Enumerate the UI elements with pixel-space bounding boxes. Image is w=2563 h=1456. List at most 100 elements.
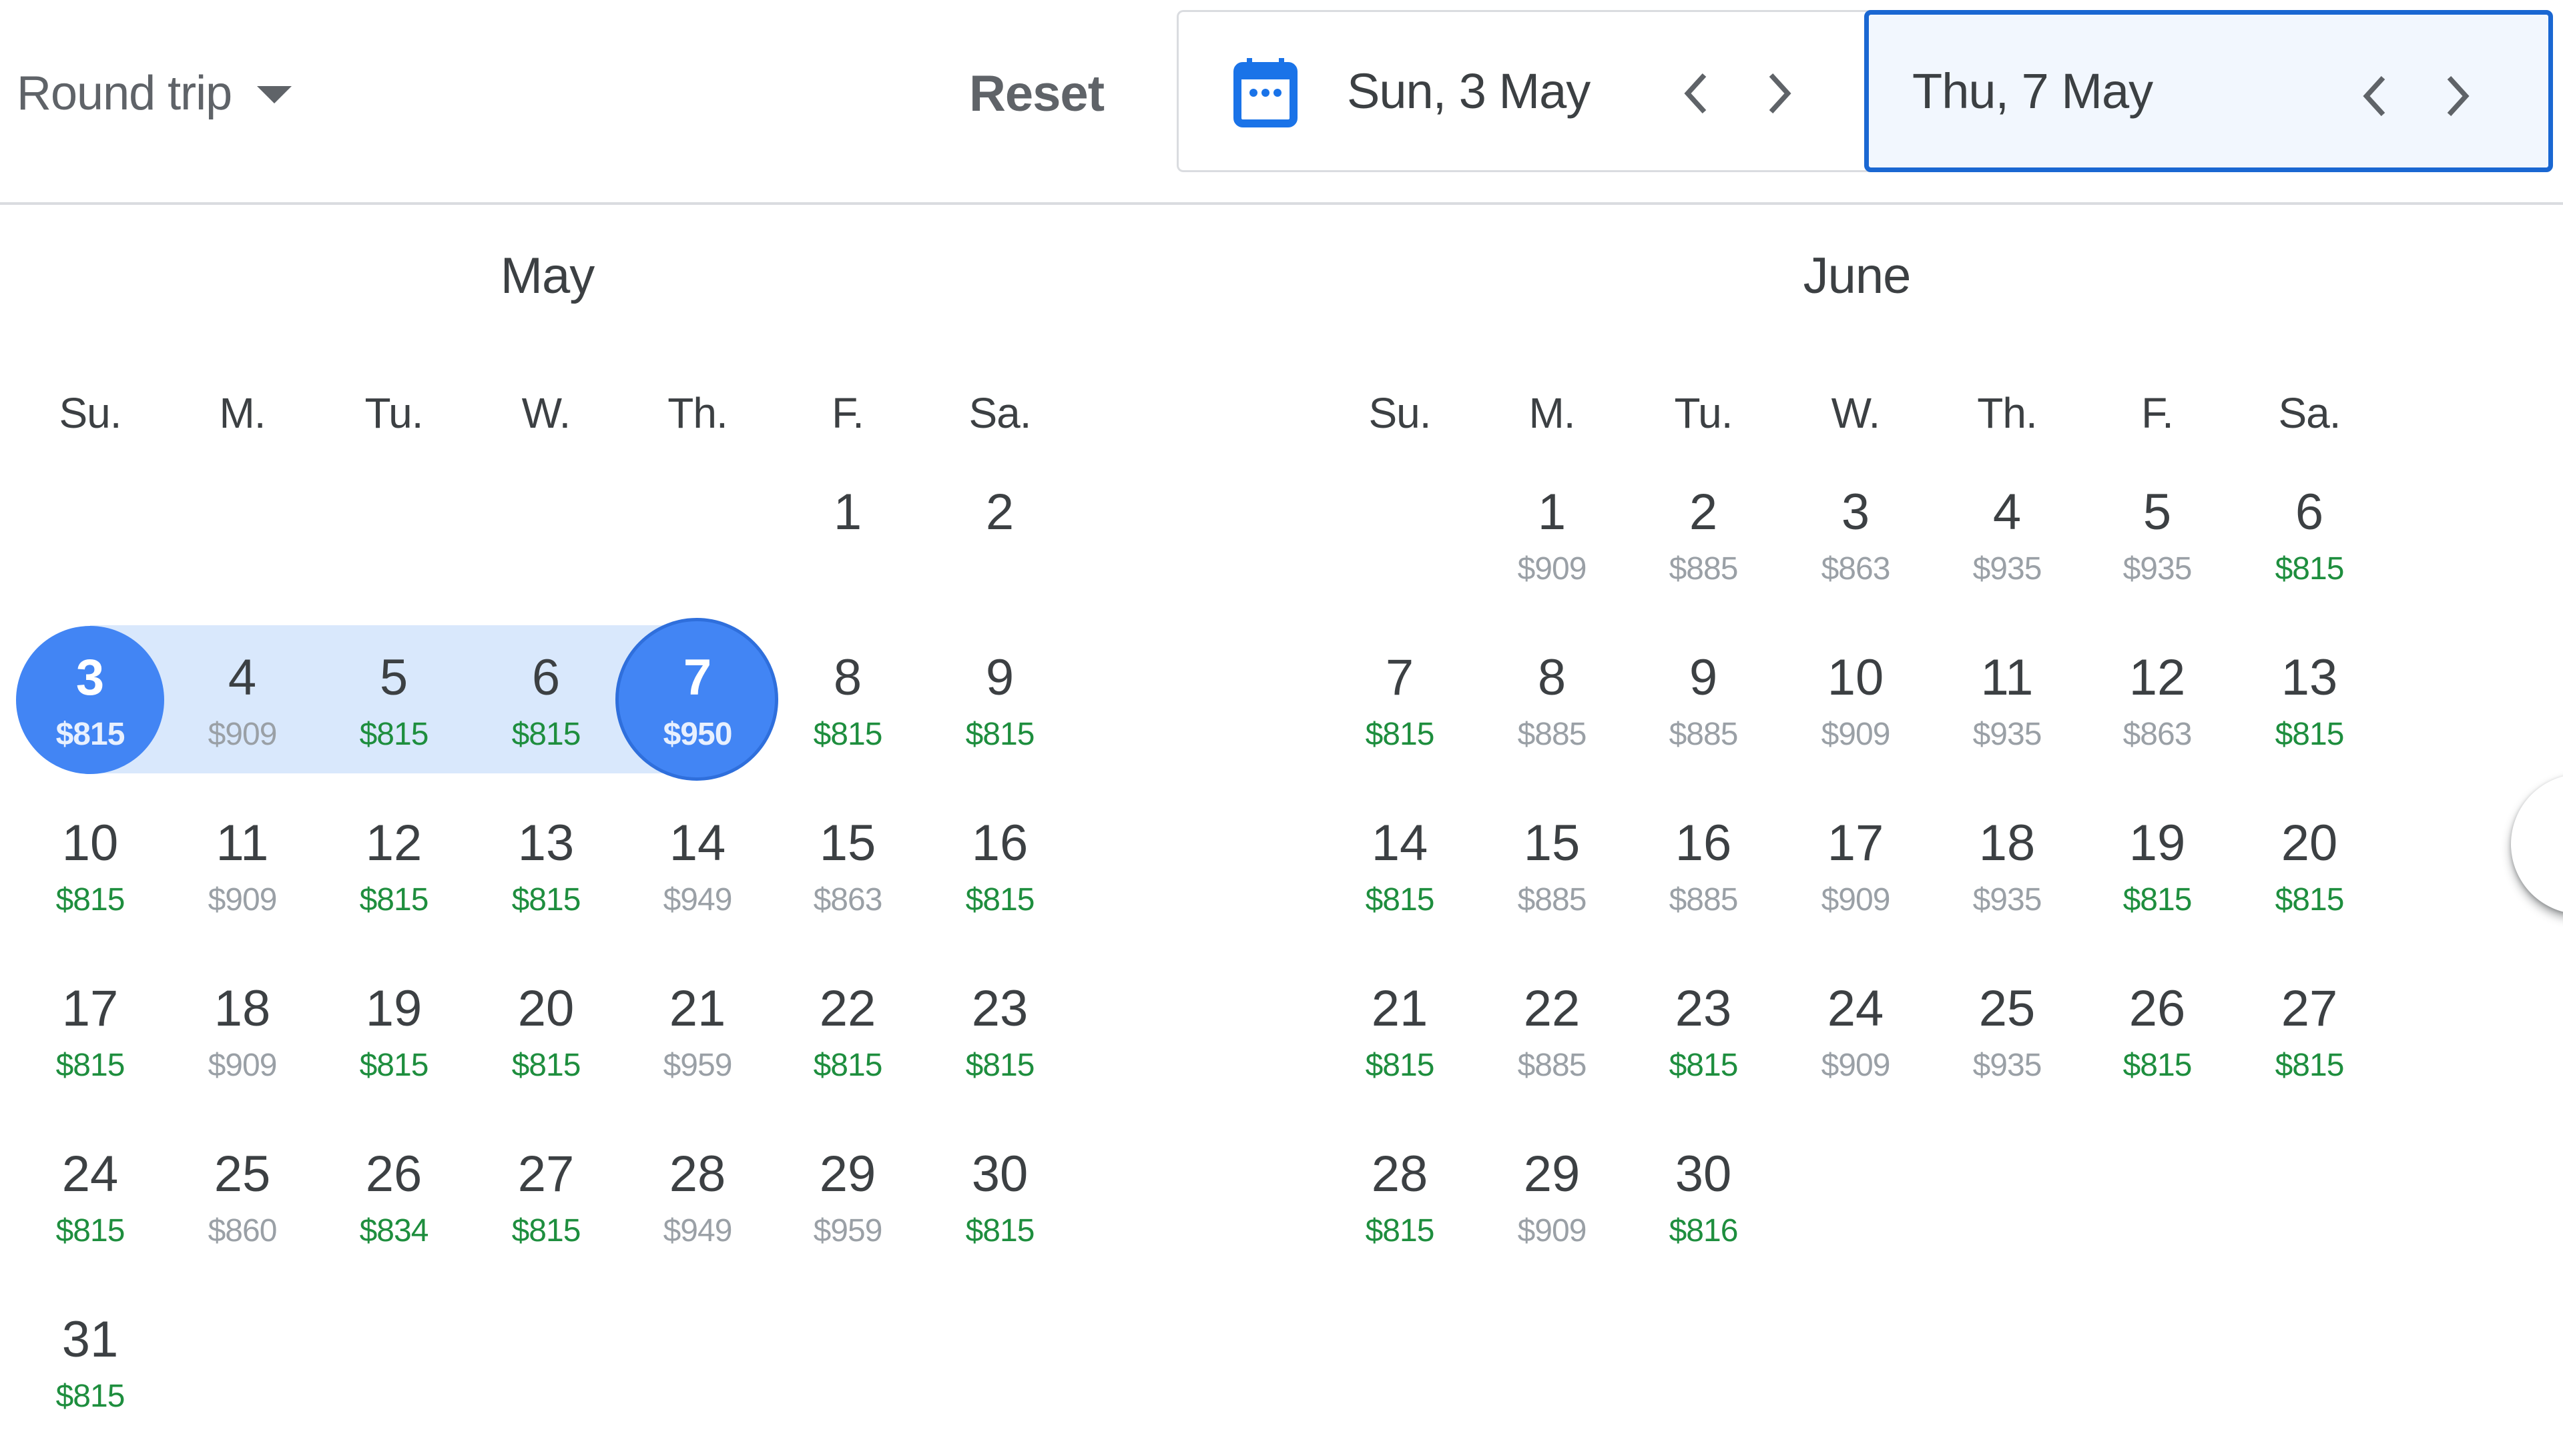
calendar-day[interactable]: 16 $815 xyxy=(924,785,1075,945)
calendar-day[interactable]: 10 $815 xyxy=(15,785,166,945)
chevron-left-icon xyxy=(1684,73,1707,114)
calendar-day[interactable]: 21 $959 xyxy=(622,950,773,1110)
calendar-day[interactable]: 13 $815 xyxy=(471,785,621,945)
day-price: $935 xyxy=(1972,1048,2042,1083)
calendar-day[interactable]: 25 $935 xyxy=(1932,950,2082,1110)
calendar-day[interactable]: 23 $815 xyxy=(1628,950,1779,1110)
calendar-day[interactable]: 20 $815 xyxy=(471,950,621,1110)
calendar-day[interactable]: 5 $815 xyxy=(318,619,469,779)
calendar-day[interactable]: 15 $885 xyxy=(1476,785,1627,945)
calendar-day[interactable]: 17 $909 xyxy=(1780,785,1931,945)
calendar-day[interactable]: 9 $815 xyxy=(924,619,1075,779)
trip-type-dropdown[interactable]: Round trip xyxy=(17,63,292,123)
day-number: 1 xyxy=(1537,484,1567,540)
calendar-day[interactable]: 17 $815 xyxy=(15,950,166,1110)
departure-prev-day-button[interactable] xyxy=(1669,60,1723,127)
calendar-day[interactable]: 22 $885 xyxy=(1476,950,1627,1110)
day-price: $909 xyxy=(208,882,278,918)
calendar-day[interactable]: 8 $815 xyxy=(772,619,923,779)
day-number: 12 xyxy=(2128,649,2186,706)
calendar-day[interactable]: 15 $863 xyxy=(772,785,923,945)
day-price: $815 xyxy=(1669,1048,1739,1083)
calendar-day[interactable]: 14 $815 xyxy=(1324,785,1475,945)
day-number: 17 xyxy=(61,980,119,1037)
calendar-day[interactable]: 28 $949 xyxy=(622,1116,773,1276)
calendar-day[interactable]: 27 $815 xyxy=(2234,950,2385,1110)
weekday-header: Th. xyxy=(667,389,728,437)
return-date-field[interactable]: Thu, 7 May xyxy=(1864,10,2553,172)
calendar-day[interactable]: 6 $815 xyxy=(2234,454,2385,614)
calendar-day[interactable]: 4 $909 xyxy=(167,619,318,779)
weekday-header: F. xyxy=(832,389,864,437)
selected-departure-day[interactable]: 3 $815 xyxy=(15,619,166,779)
calendar-day[interactable]: 20 $815 xyxy=(2234,785,2385,945)
calendar-day[interactable]: 24 $909 xyxy=(1780,950,1931,1110)
calendar-day[interactable]: 1 $909 xyxy=(1476,454,1627,614)
day-number: 3 xyxy=(1841,484,1870,540)
calendar-day[interactable]: 3 $863 xyxy=(1780,454,1931,614)
calendar-day[interactable]: 4 $935 xyxy=(1932,454,2082,614)
calendar-day[interactable]: 7 $815 xyxy=(1324,619,1475,779)
calendar-day[interactable]: 2 $885 xyxy=(1628,454,1779,614)
calendar-day[interactable]: 19 $815 xyxy=(318,950,469,1110)
day-price: $909 xyxy=(1517,551,1587,587)
calendar-day[interactable]: 29 $959 xyxy=(772,1116,923,1276)
calendar-day[interactable]: 18 $935 xyxy=(1932,785,2082,945)
return-prev-day-button[interactable] xyxy=(2348,63,2401,129)
calendar-day[interactable]: 11 $935 xyxy=(1932,619,2082,779)
calendar-day[interactable]: 30 $816 xyxy=(1628,1116,1779,1276)
calendar-day[interactable]: 12 $863 xyxy=(2082,619,2233,779)
calendar-day[interactable]: 22 $815 xyxy=(772,950,923,1110)
selected-return-day[interactable]: 7 $950 xyxy=(615,618,778,781)
calendar-day[interactable]: 6 $815 xyxy=(471,619,621,779)
reset-button[interactable]: Reset xyxy=(966,60,1107,127)
calendar-day[interactable]: 23 $815 xyxy=(924,950,1075,1110)
return-next-day-button[interactable] xyxy=(2431,63,2484,129)
day-number: 7 xyxy=(1385,649,1414,706)
calendar-day[interactable]: 31 $815 xyxy=(15,1281,166,1441)
calendar-day[interactable]: 26 $834 xyxy=(318,1116,469,1276)
calendar-day[interactable]: 28 $815 xyxy=(1324,1116,1475,1276)
next-month-button[interactable] xyxy=(2511,774,2563,914)
calendar-day[interactable]: 12 $815 xyxy=(318,785,469,945)
day-number: 4 xyxy=(228,649,257,706)
calendar-day[interactable]: 25 $860 xyxy=(167,1116,318,1276)
calendar-day[interactable]: 21 $815 xyxy=(1324,950,1475,1110)
calendar-day[interactable]: 8 $885 xyxy=(1476,619,1627,779)
day-price: $815 xyxy=(2122,1048,2193,1083)
chevron-right-icon xyxy=(2447,75,2470,117)
month-title: May xyxy=(500,248,595,304)
day-number: 10 xyxy=(61,815,119,871)
calendar-day[interactable]: 16 $885 xyxy=(1628,785,1779,945)
calendar-day[interactable]: 9 $885 xyxy=(1628,619,1779,779)
weekday-header: Tu. xyxy=(364,389,423,437)
departure-next-day-button[interactable] xyxy=(1753,60,1806,127)
calendar-day[interactable]: 11 $909 xyxy=(167,785,318,945)
return-date-value: Thu, 7 May xyxy=(1912,63,2153,119)
calendar-day[interactable]: 18 $909 xyxy=(167,950,318,1110)
day-price: $815 xyxy=(965,882,1035,918)
trip-type-label: Round trip xyxy=(17,67,232,120)
calendar-day[interactable]: 27 $815 xyxy=(471,1116,621,1276)
departure-date-field[interactable]: Sun, 3 May xyxy=(1177,10,1871,172)
day-price: $885 xyxy=(1517,717,1587,752)
calendar-day[interactable]: 26 $815 xyxy=(2082,950,2233,1110)
calendar-day[interactable]: 24 $815 xyxy=(15,1116,166,1276)
day-price: $815 xyxy=(511,882,581,918)
day-number: 9 xyxy=(1689,649,1718,706)
chevron-left-icon xyxy=(2363,75,2385,117)
calendar-day[interactable]: 10 $909 xyxy=(1780,619,1931,779)
calendar-day[interactable]: 29 $909 xyxy=(1476,1116,1627,1276)
calendar-day[interactable]: 14 $949 xyxy=(622,785,773,945)
day-number: 8 xyxy=(833,649,862,706)
calendar-day[interactable]: 1 xyxy=(772,454,923,614)
day-price: $815 xyxy=(55,1379,125,1414)
day-price: $834 xyxy=(359,1213,429,1248)
calendar-day[interactable]: 5 $935 xyxy=(2082,454,2233,614)
day-price: $909 xyxy=(1821,1048,1891,1083)
calendar-day[interactable]: 13 $815 xyxy=(2234,619,2385,779)
calendar-day[interactable]: 2 xyxy=(924,454,1075,614)
calendar-day[interactable]: 30 $815 xyxy=(924,1116,1075,1276)
calendar-day[interactable]: 19 $815 xyxy=(2082,785,2233,945)
day-number: 23 xyxy=(971,980,1029,1037)
